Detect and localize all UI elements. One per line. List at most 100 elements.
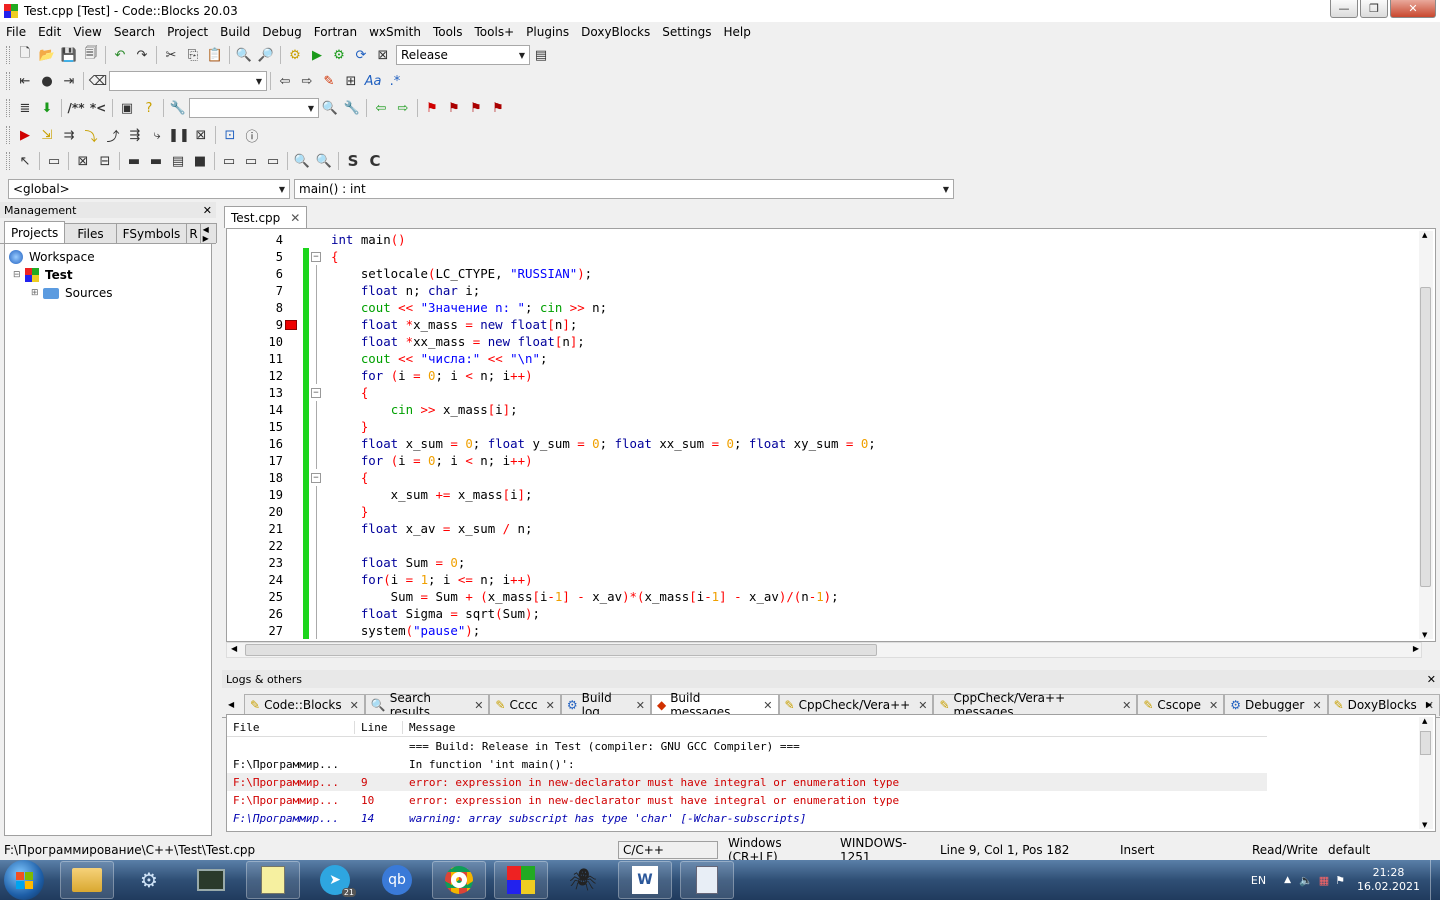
menu-build[interactable]: Build	[214, 25, 256, 39]
arrow-left-icon[interactable]: ⇦	[274, 70, 296, 92]
pause-icon[interactable]: ❚❚	[168, 124, 190, 146]
open-icon[interactable]: 📂	[36, 44, 58, 66]
prev-arrow-icon[interactable]: ⇦	[370, 97, 392, 119]
fold-margin[interactable]	[309, 622, 323, 639]
status-eol[interactable]: Windows (CR+LF)	[724, 836, 836, 864]
network-icon[interactable]: ▦	[1319, 874, 1329, 887]
code-line[interactable]: 4 int main()	[227, 231, 1417, 248]
build-and-run-icon[interactable]: ⚙	[328, 44, 350, 66]
toolbar-grip[interactable]	[6, 152, 10, 170]
show-desktop-button[interactable]	[1430, 860, 1440, 900]
flag-icon[interactable]: ⚑	[421, 97, 443, 119]
hbox-icon[interactable]: ▬	[123, 150, 145, 172]
fold-margin[interactable]	[309, 605, 323, 622]
save-icon[interactable]: 💾	[58, 44, 80, 66]
line-marker[interactable]	[283, 319, 299, 330]
fold-margin[interactable]	[309, 537, 323, 554]
close-tab-icon[interactable]: ✕	[546, 699, 555, 712]
code-line[interactable]: 11 cout << "числа:" << "\n";	[227, 350, 1417, 367]
vertical-scrollbar[interactable]: ▲ ▼	[1419, 231, 1433, 639]
taskbar-word[interactable]: W	[618, 861, 672, 899]
toolbar-grip[interactable]	[6, 99, 10, 117]
menu-help[interactable]: Help	[717, 25, 756, 39]
debug-info-icon[interactable]: ⓘ	[241, 124, 263, 146]
scroll-down-arrow-icon[interactable]: ▼	[1422, 821, 1427, 829]
replace-icon[interactable]: 🔎	[255, 44, 277, 66]
code-line[interactable]: 17 for (i = 0; i < n; i++)	[227, 452, 1417, 469]
taskbar-telegram[interactable]: ➤ 21	[308, 861, 362, 899]
run-icon[interactable]: ▶	[306, 44, 328, 66]
tab-search-results[interactable]: 🔍 Search results ✕	[364, 691, 490, 719]
fold-margin[interactable]	[309, 401, 323, 418]
vbox-icon[interactable]: ▬	[145, 150, 167, 172]
step-into-icon[interactable]: ⤵	[80, 124, 102, 146]
collapse-icon[interactable]: ⊟	[13, 270, 25, 280]
code-line[interactable]: 26 float Sigma = sqrt(Sum);	[227, 605, 1417, 622]
fold-toggle-icon[interactable]: −	[311, 251, 321, 262]
wrench-icon[interactable]: 🔧	[167, 97, 189, 119]
code-line[interactable]: 15 }	[227, 418, 1417, 435]
close-window-button[interactable]: ✕	[1390, 0, 1436, 18]
tab-files[interactable]: Files	[64, 223, 117, 243]
tab-cppcheck[interactable]: ✎ CppCheck/Vera++ ✕	[778, 693, 934, 716]
build-message-row[interactable]: F:\Программир... 9 error: expression in ne…	[227, 773, 1267, 791]
grid-icon[interactable]: ▤	[167, 150, 189, 172]
target-options-icon[interactable]: ▤	[530, 44, 552, 66]
build-messages-list[interactable]: File Line Message ▲ ▼ === Build: Release…	[226, 714, 1436, 832]
show-hidden-icons-icon[interactable]: ▲	[1284, 875, 1291, 885]
plugin-run-icon[interactable]: ⬇	[36, 97, 58, 119]
volume-icon[interactable]: 🔈	[1299, 874, 1313, 887]
code-line[interactable]: 6 setlocale(LC_CTYPE, "RUSSIAN");	[227, 265, 1417, 282]
arrow-right-icon[interactable]: ⇨	[296, 70, 318, 92]
code-line[interactable]: 20 }	[227, 503, 1417, 520]
column-file[interactable]: File	[227, 721, 355, 734]
border-alt-icon[interactable]: ▭	[240, 150, 262, 172]
taskbar-notepad[interactable]	[246, 861, 300, 899]
symbol-combo[interactable]: ▼	[189, 98, 319, 118]
tab-projects[interactable]: Projects	[4, 221, 66, 243]
tab-cppcheck-messages[interactable]: ✎ CppCheck/Vera++ messages ✕	[933, 691, 1138, 719]
fold-margin[interactable]	[309, 418, 323, 435]
taskbar-explorer[interactable]	[60, 861, 114, 899]
copy-icon[interactable]: ⎘	[182, 44, 204, 66]
tree-sources[interactable]: ⊞ Sources	[5, 284, 211, 302]
tab-doxyblocks[interactable]: ✎ DoxyBlocks ✕	[1327, 693, 1440, 716]
jump-back-icon[interactable]: ⇤	[14, 70, 36, 92]
settings-wrench-icon[interactable]: 🔧	[341, 97, 363, 119]
frame-icon[interactable]: ▭	[43, 150, 65, 172]
tab-test-cpp[interactable]: Test.cpp ✕	[224, 206, 308, 228]
c-icon[interactable]: C	[364, 150, 386, 172]
close-tab-icon[interactable]: ✕	[290, 211, 300, 225]
status-encoding[interactable]: WINDOWS-1251	[836, 836, 936, 864]
tabs-left-arrow-icon[interactable]: ◀	[228, 700, 234, 709]
tab-build-messages[interactable]: ◆ Build messages ✕	[650, 691, 779, 719]
scroll-up-arrow-icon[interactable]: ▲	[1422, 231, 1427, 239]
fold-margin[interactable]	[309, 282, 323, 299]
stop-debug-icon[interactable]: ⊠	[190, 124, 212, 146]
taskbar-qbittorrent[interactable]: qb	[370, 861, 424, 899]
code-line[interactable]: 19 x_sum += x_mass[i];	[227, 486, 1417, 503]
code-line[interactable]: 9 float *x_mass = new float[n];	[227, 316, 1417, 333]
code-line[interactable]: 16 float x_sum = 0; float y_sum = 0; flo…	[227, 435, 1417, 452]
fold-toggle-icon[interactable]: −	[311, 472, 321, 483]
code-line[interactable]: 24 for(i = 1; i <= n; i++)	[227, 571, 1417, 588]
selection-icon[interactable]: ⊞	[340, 70, 362, 92]
fold-margin[interactable]	[309, 588, 323, 605]
block-comment-icon[interactable]: /**	[65, 97, 87, 119]
language-indicator[interactable]: EN	[1251, 874, 1266, 887]
menu-project[interactable]: Project	[161, 25, 214, 39]
close-tab-icon[interactable]: ✕	[1209, 699, 1218, 712]
scroll-up-arrow-icon[interactable]: ▲	[1422, 717, 1427, 725]
undo-icon[interactable]: ↶	[109, 44, 131, 66]
flag-clear-icon[interactable]: ⚑	[487, 97, 509, 119]
save-all-icon[interactable]: 🗐	[80, 44, 102, 66]
fold-margin[interactable]	[309, 333, 323, 350]
fold-margin[interactable]	[309, 265, 323, 282]
border-expand-icon[interactable]: ▭	[262, 150, 284, 172]
fold-margin[interactable]	[309, 452, 323, 469]
maximize-button[interactable]: ❐	[1360, 0, 1388, 18]
build-gear-icon[interactable]: ⚙	[284, 44, 306, 66]
box-icon[interactable]: ■	[189, 150, 211, 172]
regex-icon[interactable]: .*	[384, 70, 406, 92]
menu-plugins[interactable]: Plugins	[520, 25, 575, 39]
